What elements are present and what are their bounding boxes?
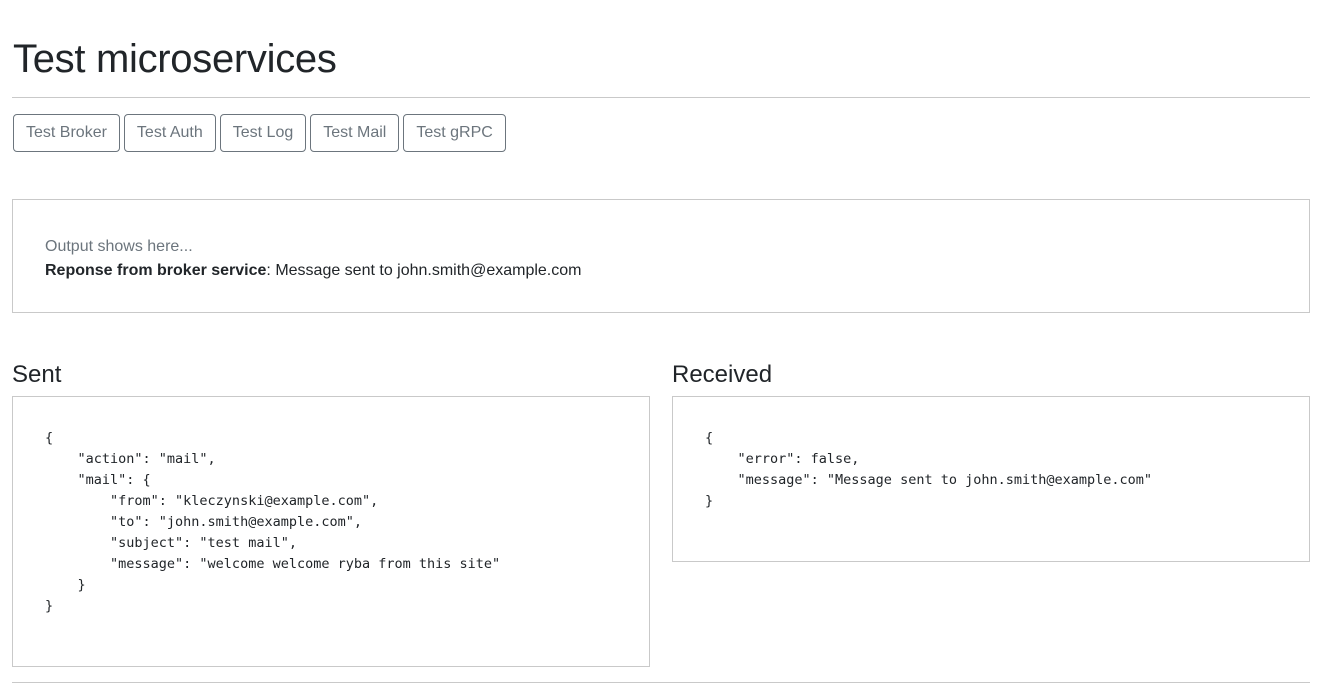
test-button-group: Test Broker Test Auth Test Log Test Mail… — [13, 114, 506, 152]
output-response-label: Reponse from broker service — [45, 262, 267, 279]
received-payload: { "error": false, "message": "Message se… — [705, 430, 1153, 509]
received-payload-box: { "error": false, "message": "Message se… — [672, 396, 1310, 562]
page-title: Test microservices — [13, 37, 337, 81]
output-response-line: Reponse from broker service: Message sen… — [45, 259, 1277, 283]
bottom-divider — [12, 682, 1310, 683]
output-panel: Output shows here... Reponse from broker… — [12, 199, 1310, 313]
output-placeholder: Output shows here... — [45, 238, 193, 255]
test-mail-button[interactable]: Test Mail — [310, 114, 400, 152]
test-grpc-button[interactable]: Test gRPC — [403, 114, 506, 152]
test-log-button[interactable]: Test Log — [219, 114, 307, 152]
sent-heading: Sent — [12, 361, 62, 388]
test-auth-button[interactable]: Test Auth — [123, 114, 216, 152]
test-broker-button[interactable]: Test Broker — [13, 114, 120, 152]
received-column: Received { "error": false, "message": "M… — [672, 360, 1310, 562]
output-response-text: : Message sent to john.smith@example.com — [266, 262, 582, 279]
sent-column: Sent { "action": "mail", "mail": { "from… — [12, 360, 650, 667]
sent-payload-box: { "action": "mail", "mail": { "from": "k… — [12, 396, 650, 667]
sent-payload: { "action": "mail", "mail": { "from": "k… — [45, 430, 501, 614]
received-heading: Received — [672, 361, 773, 388]
title-divider — [12, 97, 1310, 98]
